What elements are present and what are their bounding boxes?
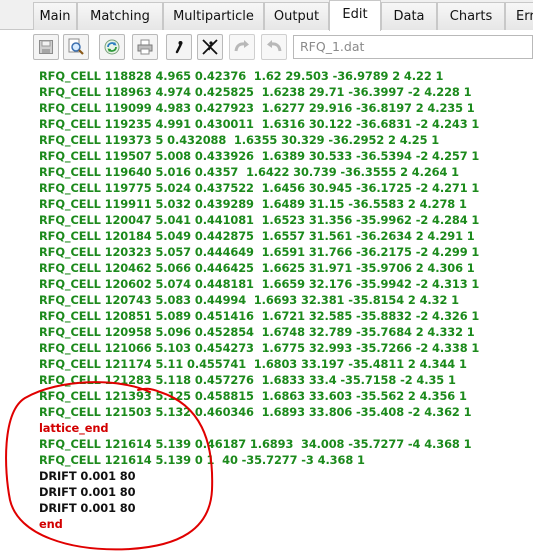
tab-multiparticle[interactable]: Multiparticle xyxy=(163,2,264,30)
rfq-cell-line: RFQ_CELL 119235 4.991 0.430011 1.6316 30… xyxy=(39,117,480,131)
tab-label: Charts xyxy=(449,9,493,24)
tab-charts[interactable]: Charts xyxy=(437,2,505,30)
file-name-field[interactable]: RFQ_1.dat xyxy=(293,35,533,59)
rfq-cell-line: RFQ_CELL 121503 5.132 0.460346 1.6893 33… xyxy=(39,405,472,419)
rfq-cell-line: RFQ_CELL 121066 5.103 0.454273 1.6775 32… xyxy=(39,341,480,355)
print-icon xyxy=(137,39,153,55)
rfq-cell-line: RFQ_CELL 119775 5.024 0.437522 1.6456 30… xyxy=(39,181,480,195)
uncomment-button[interactable] xyxy=(197,34,223,60)
redo-button[interactable] xyxy=(261,34,287,60)
refresh-button[interactable] xyxy=(99,34,125,60)
uncomment-icon xyxy=(202,39,218,55)
rfq-cell-line: RFQ_CELL 119099 4.983 0.427923 1.6277 29… xyxy=(39,101,475,115)
rfq-cell-line: RFQ_CELL 121174 5.11 0.455741 1.6803 33.… xyxy=(39,357,467,371)
comment-icon xyxy=(175,41,183,54)
tab-output[interactable]: Output xyxy=(264,2,329,30)
refresh-icon xyxy=(104,39,120,55)
file-name: RFQ_1.dat xyxy=(300,39,365,54)
tab-label: Output xyxy=(273,9,320,24)
rfq-cell-line: RFQ_CELL 120047 5.041 0.441081 1.6523 31… xyxy=(39,213,480,227)
tab-label: Edit xyxy=(342,7,368,22)
keyword-line: lattice_end xyxy=(39,421,109,435)
save-button[interactable] xyxy=(33,34,59,60)
print-button[interactable] xyxy=(132,34,158,60)
rfq-cell-line: RFQ_CELL 120602 5.074 0.448181 1.6659 32… xyxy=(39,277,480,291)
comment-button[interactable] xyxy=(166,34,192,60)
find-button[interactable] xyxy=(63,34,89,60)
rfq-cell-line: RFQ_CELL 118828 4.965 0.42376 1.62 29.50… xyxy=(39,69,444,83)
rfq-cell-line: RFQ_CELL 120323 5.057 0.444649 1.6591 31… xyxy=(39,245,480,259)
rfq-cell-line: RFQ_CELL 118963 4.974 0.425825 1.6238 29… xyxy=(39,85,472,99)
rfq-cell-line: RFQ_CELL 119911 5.032 0.439289 1.6489 31… xyxy=(39,197,467,211)
tab-label: Multiparticle xyxy=(173,9,254,24)
rfq-cell-line: RFQ_CELL 119373 5 0.432088 1.6355 30.329… xyxy=(39,133,440,147)
keyword-line: end xyxy=(39,517,63,531)
undo-button[interactable] xyxy=(229,34,255,60)
text-editor[interactable]: RFQ_CELL 118828 4.965 0.42376 1.62 29.50… xyxy=(0,64,533,556)
drift-line: DRIFT 0.001 80 xyxy=(39,485,136,499)
tab-main[interactable]: Main xyxy=(33,2,77,30)
tab-data[interactable]: Data xyxy=(381,2,437,30)
undo-icon xyxy=(234,40,249,52)
tab-label: Matching xyxy=(90,9,150,24)
rfq-cell-line: RFQ_CELL 120851 5.089 0.451416 1.6721 32… xyxy=(39,309,480,323)
rfq-cell-line: RFQ_CELL 120462 5.066 0.446425 1.6625 31… xyxy=(39,261,475,275)
rfq-cell-line: RFQ_CELL 121614 5.139 0 1 40 -35.7277 -3… xyxy=(39,453,365,467)
find-icon xyxy=(68,38,84,55)
rfq-cell-line: RFQ_CELL 120184 5.049 0.442875 1.6557 31… xyxy=(39,229,475,243)
save-icon xyxy=(39,40,53,54)
rfq-cell-line: RFQ_CELL 120958 5.096 0.452854 1.6748 32… xyxy=(39,325,475,339)
rfq-cell-line: RFQ_CELL 119640 5.016 0.4357 1.6422 30.7… xyxy=(39,165,459,179)
rfq-cell-line: RFQ_CELL 121614 5.139 0.46187 1.6893 34.… xyxy=(39,437,472,451)
tab-label: Err xyxy=(516,9,533,24)
drift-line: DRIFT 0.001 80 xyxy=(39,501,136,515)
tab-errors[interactable]: Err xyxy=(505,2,533,30)
drift-line: DRIFT 0.001 80 xyxy=(39,469,136,483)
tab-bar: Main Matching Multiparticle Output Edit … xyxy=(0,0,533,31)
tab-matching[interactable]: Matching xyxy=(77,2,163,30)
redo-icon xyxy=(267,40,282,52)
tab-label: Data xyxy=(393,9,425,24)
rfq-cell-line: RFQ_CELL 121393 5.125 0.458815 1.6863 33… xyxy=(39,389,467,403)
rfq-cell-line: RFQ_CELL 119507 5.008 0.433926 1.6389 30… xyxy=(39,149,480,163)
tab-label: Main xyxy=(39,9,71,24)
rfq-cell-line: RFQ_CELL 121283 5.118 0.457276 1.6833 33… xyxy=(39,373,456,387)
rfq-cell-line: RFQ_CELL 120743 5.083 0.44994 1.6693 32.… xyxy=(39,293,459,307)
tab-edit[interactable]: Edit xyxy=(329,0,381,31)
editor-toolbar: RFQ_1.dat xyxy=(0,30,533,64)
